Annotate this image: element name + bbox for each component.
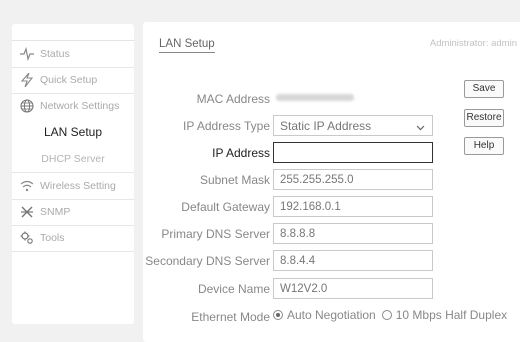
chevron-down-icon: [416, 121, 425, 135]
ip-address-type-select[interactable]: Static IP Address: [273, 115, 433, 136]
tools-icon: [20, 231, 34, 245]
sidebar-item-snmp[interactable]: SNMP: [12, 199, 134, 226]
secondary-dns-label: Secondary DNS Server: [145, 254, 270, 268]
auto-negotiation-label: Auto Negotiation: [287, 308, 376, 322]
sidebar-item-label: Tools: [40, 232, 65, 244]
sidebar-item-label: Wireless Setting: [40, 180, 116, 192]
ethernet-mode-label: Ethernet Mode: [191, 310, 270, 324]
ethernet-mode-options: Auto Negotiation 10 Mbps Half Duplex: [273, 308, 513, 322]
secondary-dns-input[interactable]: [273, 250, 433, 271]
sidebar-item-wireless-setting[interactable]: Wireless Setting: [12, 173, 134, 200]
sidebar-item-label: DHCP Server: [41, 153, 105, 165]
pulse-icon: [20, 47, 34, 61]
default-gateway-row: Default Gateway: [143, 196, 520, 218]
device-name-label: Device Name: [197, 282, 270, 296]
10mbps-half-duplex-label: 10 Mbps Half Duplex: [395, 308, 508, 322]
globe-icon: [20, 99, 34, 113]
sidebar-item-label: SNMP: [40, 206, 71, 218]
subnet-mask-row: Subnet Mask: [143, 169, 520, 191]
sidebar-item-dhcp-server[interactable]: DHCP Server: [12, 146, 134, 173]
device-name-input[interactable]: [273, 278, 433, 299]
admin-label: Administrator: admin: [429, 38, 517, 49]
help-button[interactable]: Help: [464, 137, 504, 155]
wifi-icon: [20, 179, 34, 193]
page-title: LAN Setup: [159, 38, 215, 53]
lightning-icon: [20, 73, 34, 87]
ethernet-mode-row: Ethernet Mode Auto Negotiation 10 Mbps H…: [143, 306, 520, 328]
auto-negotiation-radio[interactable]: [273, 310, 283, 320]
save-button[interactable]: Save: [464, 80, 504, 98]
snmp-icon: [20, 205, 34, 219]
subnet-mask-label: Subnet Mask: [199, 173, 270, 187]
primary-dns-row: Primary DNS Server: [143, 223, 520, 245]
primary-dns-label: Primary DNS Server: [161, 227, 270, 241]
restore-button[interactable]: Restore: [464, 109, 504, 127]
secondary-dns-row: Secondary DNS Server: [143, 250, 520, 272]
sidebar-item-quick-setup[interactable]: Quick Setup: [12, 67, 134, 94]
sidebar-item-status[interactable]: Status: [12, 41, 134, 68]
sidebar-item-label: LAN Setup: [43, 125, 103, 139]
primary-dns-input[interactable]: [273, 223, 433, 244]
mac-address-label: MAC Address: [196, 92, 270, 106]
ip-address-type-value: Static IP Address: [280, 119, 372, 133]
device-name-row: Device Name: [143, 278, 520, 300]
ip-address-type-label: IP Address Type: [183, 119, 270, 133]
subnet-mask-input[interactable]: [273, 169, 433, 190]
sidebar: Status Quick Setup Network Settings LAN …: [12, 24, 134, 324]
lan-setup-panel: LAN Setup Administrator: admin MAC Addre…: [143, 22, 520, 342]
sidebar-item-lan-setup[interactable]: LAN Setup: [12, 119, 134, 145]
sidebar-item-label: Status: [40, 48, 70, 60]
sidebar-item-label: Network Settings: [40, 100, 120, 112]
10mbps-half-duplex-radio[interactable]: [381, 310, 392, 320]
ip-address-label: IP Address: [212, 146, 270, 160]
mac-address-value-redacted: [276, 94, 354, 101]
sidebar-item-tools[interactable]: Tools: [12, 225, 134, 252]
default-gateway-input[interactable]: [273, 196, 433, 217]
default-gateway-label: Default Gateway: [181, 200, 270, 214]
sidebar-item-label: Quick Setup: [40, 74, 98, 86]
sidebar-item-network-settings[interactable]: Network Settings: [12, 93, 134, 119]
ip-address-input[interactable]: [273, 142, 433, 163]
